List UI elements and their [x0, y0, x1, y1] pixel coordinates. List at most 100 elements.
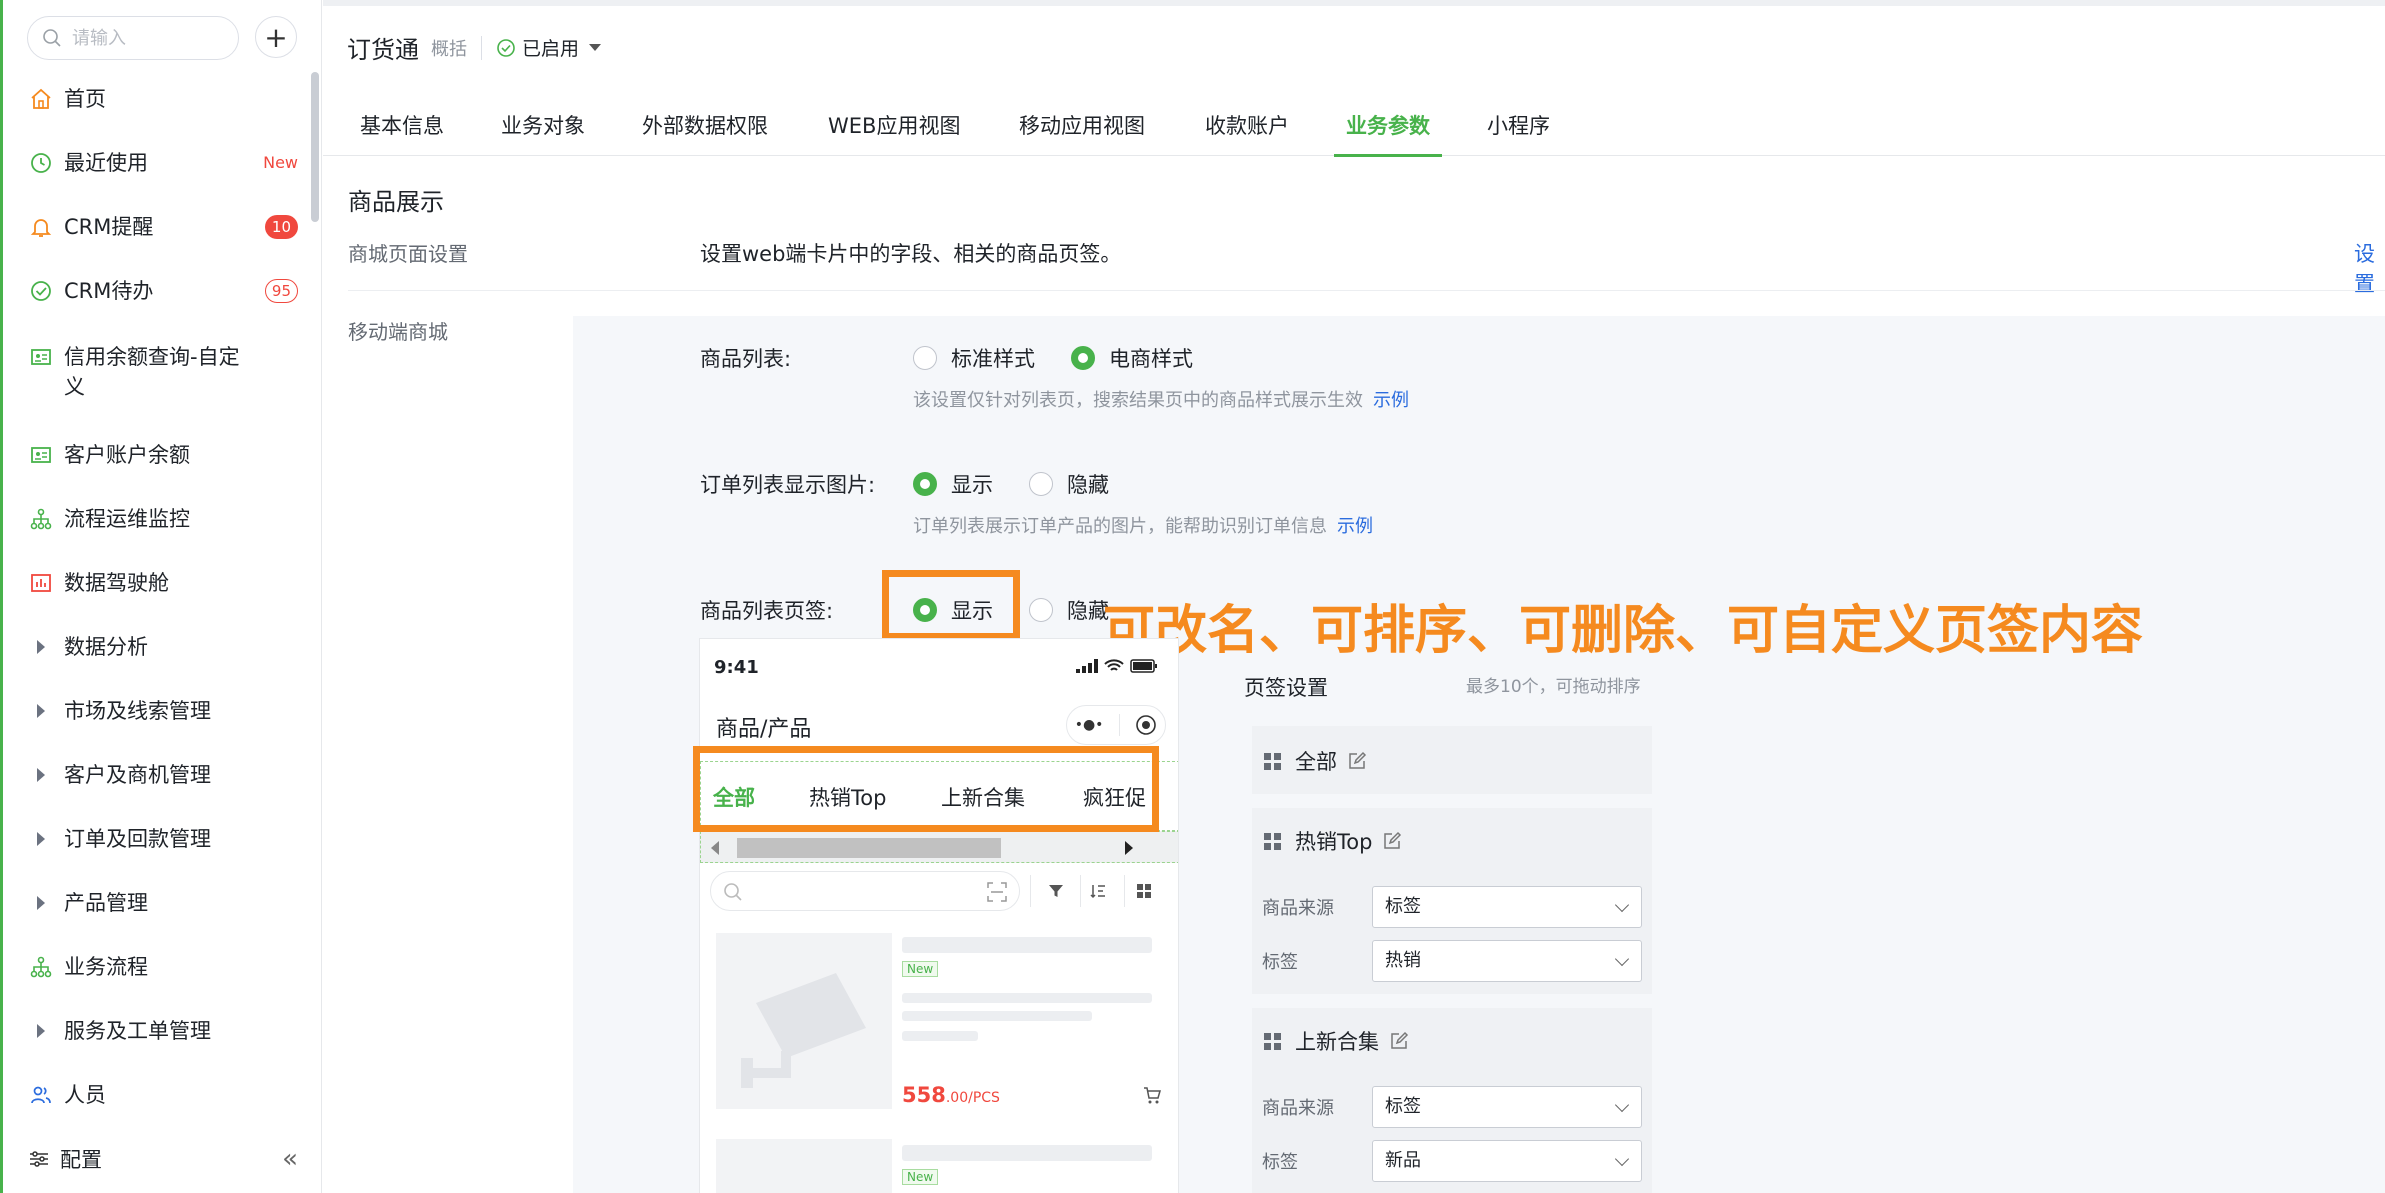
edit-icon[interactable]: [1347, 751, 1367, 771]
sidebar-item-crm-todo[interactable]: CRM待办 95: [28, 276, 298, 306]
sidebar-item-people[interactable]: 人员: [28, 1080, 298, 1110]
caret-right-icon: [28, 890, 54, 916]
sidebar-scrollbar[interactable]: [311, 72, 319, 222]
cart-icon[interactable]: [1142, 1085, 1162, 1105]
source-label: 商品来源: [1262, 898, 1334, 919]
mini-program-capsule[interactable]: •●•: [1066, 705, 1166, 745]
drag-handle-icon[interactable]: [1264, 752, 1281, 770]
id-card-icon: [28, 344, 54, 370]
sidebar-item-products[interactable]: 产品管理: [28, 888, 298, 918]
tag-select[interactable]: 热销: [1372, 940, 1642, 982]
sidebar-item-marketing[interactable]: 市场及线索管理: [28, 696, 298, 726]
order-image-label: 订单列表显示图片:: [700, 473, 876, 497]
radio-label: 隐藏: [1067, 473, 1109, 497]
collapse-sidebar-icon[interactable]: «: [282, 1144, 298, 1174]
tag-card-header: 全部: [1264, 746, 1367, 776]
scan-icon[interactable]: [987, 882, 1007, 902]
tag-card-hot[interactable]: 热销Top 商品来源 标签 标签 热销: [1252, 808, 1652, 994]
sidebar-item-data-analysis[interactable]: 数据分析: [28, 632, 298, 662]
wifi-icon: [1104, 659, 1124, 671]
title-row: 订货通 概括 已启用: [347, 30, 602, 65]
radio-hide[interactable]: 隐藏: [1029, 469, 1109, 499]
product-tabs-label: 商品列表页签:: [700, 599, 834, 623]
more-dots-icon[interactable]: •●•: [1075, 717, 1104, 733]
caret-right-icon: [28, 762, 54, 788]
row-label-mobile-mall: 移动端商城: [348, 320, 448, 344]
header-top-strip: [323, 0, 2385, 6]
sort-icon[interactable]: [1086, 879, 1110, 903]
tab-business-params[interactable]: 业务参数: [1334, 110, 1442, 157]
sidebar-item-service[interactable]: 服务及工单管理: [28, 1016, 298, 1046]
status-dropdown[interactable]: 已启用: [496, 34, 602, 61]
add-button[interactable]: +: [255, 16, 297, 58]
radio-show[interactable]: 显示: [913, 469, 993, 499]
sidebar-item-label: 数据驾驶舱: [64, 571, 169, 595]
phone-page-title: 商品/产品: [716, 717, 812, 742]
tab-business-objects[interactable]: 业务对象: [501, 110, 585, 156]
sidebar-item-customers[interactable]: 客户及商机管理: [28, 760, 298, 790]
scroll-left-icon[interactable]: [711, 841, 719, 855]
radio-circle: [1029, 472, 1053, 496]
sidebar-search[interactable]: [27, 16, 239, 60]
config-label[interactable]: 配置: [60, 1144, 102, 1174]
camera-icon: [741, 973, 866, 1088]
tag-name: 上新合集: [1295, 1030, 1379, 1054]
edit-icon[interactable]: [1382, 831, 1402, 851]
section-title: 商品展示: [348, 188, 444, 216]
tab-basic-info[interactable]: 基本信息: [360, 110, 444, 156]
tag-card-header: 上新合集: [1264, 1026, 1409, 1056]
sidebar-item-crm-reminder[interactable]: CRM提醒 10: [28, 212, 298, 242]
edit-icon[interactable]: [1389, 1031, 1409, 1051]
sidebar-item-account-balance[interactable]: 客户账户余额: [28, 440, 298, 470]
drag-handle-icon[interactable]: [1264, 1032, 1281, 1050]
sidebar-item-process-monitor[interactable]: 流程运维监控: [28, 504, 298, 534]
drag-handle-icon[interactable]: [1264, 832, 1281, 850]
skeleton-line: [902, 937, 1152, 953]
sidebar-item-label: 客户账户余额: [64, 443, 190, 467]
phone-search-bar[interactable]: [710, 871, 1020, 911]
sidebar-item-recent[interactable]: 最近使用 New: [28, 148, 298, 178]
radio-label: 显示: [951, 473, 993, 497]
new-tag: New: [902, 1169, 939, 1185]
tab-payment-accounts[interactable]: 收款账户: [1205, 110, 1289, 156]
tag-select[interactable]: 新品: [1372, 1140, 1642, 1182]
settings-sliders-icon[interactable]: [28, 1148, 50, 1170]
scroll-right-icon[interactable]: [1125, 841, 1133, 855]
radio-hide[interactable]: 隐藏: [1029, 595, 1109, 625]
grid-view-icon[interactable]: [1132, 879, 1156, 903]
sidebar-footer: 配置 «: [28, 1144, 298, 1174]
tag-card-new[interactable]: 上新合集 商品来源 标签 标签 新品: [1252, 1008, 1652, 1193]
target-icon[interactable]: [1135, 714, 1157, 736]
phone-tab-scrollbar[interactable]: [700, 831, 1178, 863]
sidebar-item-credit-balance[interactable]: 信用余额查询-自定义: [28, 342, 298, 402]
page-header: 订货通 概括 已启用: [323, 0, 2385, 100]
tab-web-view[interactable]: WEB应用视图: [828, 110, 960, 156]
tab-mobile-view[interactable]: 移动应用视图: [1019, 110, 1145, 156]
settings-link[interactable]: 设置: [2354, 238, 2385, 298]
radio-ecommerce-style[interactable]: 电商样式: [1071, 343, 1193, 373]
count-badge: 10: [264, 215, 298, 239]
product-image-placeholder[interactable]: [716, 933, 892, 1109]
users-icon: [28, 1082, 54, 1108]
skeleton-line: [902, 1145, 1152, 1161]
overview-link[interactable]: 概括: [431, 35, 467, 61]
sidebar-item-label: 最近使用: [64, 151, 148, 175]
sidebar-item-label: 服务及工单管理: [64, 1019, 211, 1043]
filter-icon[interactable]: [1044, 879, 1068, 903]
example-link[interactable]: 示例: [1373, 390, 1409, 411]
sidebar-item-data-cockpit[interactable]: 数据驾驶舱: [28, 568, 298, 598]
highlight-box-tabs: [693, 746, 1159, 832]
tag-card-all[interactable]: 全部: [1252, 726, 1652, 794]
example-link[interactable]: 示例: [1337, 516, 1373, 537]
tab-external-permissions[interactable]: 外部数据权限: [642, 110, 768, 156]
source-select[interactable]: 标签: [1372, 1086, 1642, 1128]
source-select[interactable]: 标签: [1372, 886, 1642, 928]
sidebar-item-orders[interactable]: 订单及回款管理: [28, 824, 298, 854]
search-input[interactable]: [72, 27, 222, 49]
tab-mini-program[interactable]: 小程序: [1487, 110, 1550, 156]
product-image-placeholder[interactable]: [716, 1139, 892, 1193]
sidebar-item-home[interactable]: 首页: [28, 84, 298, 114]
sidebar-item-workflow[interactable]: 业务流程: [28, 952, 298, 982]
scroll-thumb[interactable]: [737, 838, 1001, 858]
radio-standard-style[interactable]: 标准样式: [913, 343, 1035, 373]
